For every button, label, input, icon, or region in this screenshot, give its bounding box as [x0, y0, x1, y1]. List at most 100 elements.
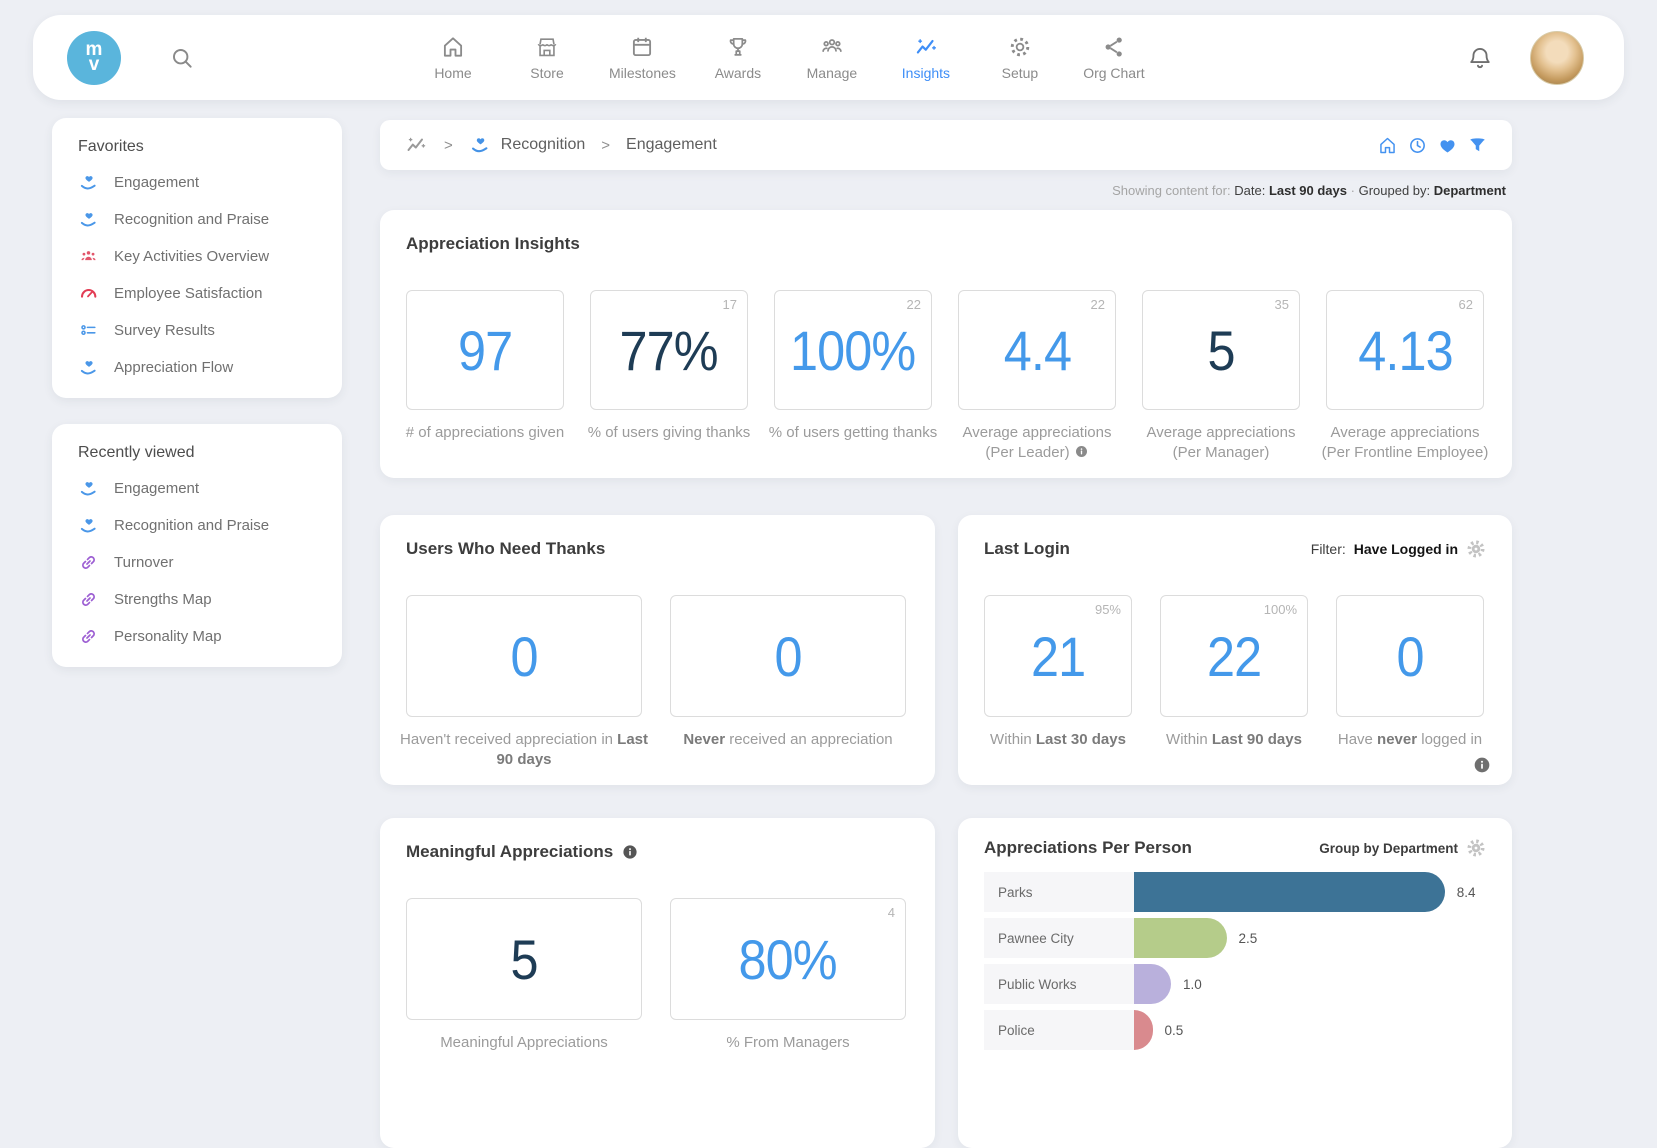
main-nav: Home Store Milestones Awards Manage Insi… — [421, 34, 1146, 81]
sidebar-item-label: Survey Results — [114, 322, 215, 339]
context-group-value[interactable]: Department — [1434, 183, 1506, 198]
hand-heart-icon — [78, 209, 99, 230]
sidebar-item-engagement[interactable]: Engagement — [52, 470, 342, 507]
stat-tile: 35 5 — [1142, 290, 1300, 410]
sidebar-item-recognition-and-praise[interactable]: Recognition and Praise — [52, 201, 342, 238]
stat-corner-value: 100% — [1264, 602, 1297, 617]
stat-tile: 95% 21 — [984, 595, 1132, 717]
stat-corner-value: 35 — [1275, 297, 1289, 312]
nav-item-org-chart[interactable]: Org Chart — [1082, 34, 1146, 81]
chart-row-public-works: Public Works 1.0 — [984, 964, 1486, 1004]
sidebar-item-label: Recognition and Praise — [114, 517, 269, 534]
breadcrumb-recognition[interactable]: Recognition — [469, 134, 586, 156]
stat-never-received-an-appreciation: 0 Never received an appreciation — [670, 595, 906, 771]
nav-item-milestones[interactable]: Milestones — [609, 34, 676, 81]
stat-value: 77% — [620, 318, 718, 383]
hand-heart-icon — [469, 134, 491, 156]
sidebar-item-label: Engagement — [114, 480, 199, 497]
stat-tile: 100% 22 — [1160, 595, 1308, 717]
stat-have-never-logged-in: 0 Have never logged in — [1336, 595, 1484, 750]
logo-letter-v: v — [89, 58, 100, 72]
stat-value: 97 — [458, 318, 512, 383]
last-login-stats: 95% 21 Within Last 30 days 100% 22 Withi… — [984, 595, 1486, 750]
nav-item-store[interactable]: Store — [515, 34, 579, 81]
sidebar-item-employee-satisfaction[interactable]: Employee Satisfaction — [52, 275, 342, 312]
chart-category-label: Pawnee City — [984, 918, 1134, 958]
stat-within-last-90-days: 100% 22 Within Last 90 days — [1160, 595, 1308, 750]
sidebar-item-strengths-map[interactable]: Strengths Map — [52, 581, 342, 618]
user-avatar[interactable] — [1530, 31, 1584, 85]
stat-tile: 97 — [406, 290, 564, 410]
stat-value: 5 — [510, 927, 537, 992]
funnel-icon[interactable] — [1467, 135, 1488, 156]
context-prefix: Showing content for: — [1112, 183, 1231, 198]
insights-sparkline-icon[interactable] — [404, 133, 428, 157]
info-icon[interactable] — [621, 843, 639, 861]
breadcrumb-label: Engagement — [626, 136, 717, 154]
link-icon — [78, 552, 99, 573]
group-by-label: Group by Department — [1319, 841, 1458, 856]
nav-item-insights[interactable]: Insights — [894, 34, 958, 81]
context-group-label: Grouped by: — [1359, 183, 1431, 198]
clock-icon[interactable] — [1407, 135, 1428, 156]
breadcrumb: > Recognition > Engagement — [380, 120, 1512, 170]
stat-tile: 22 100% — [774, 290, 932, 410]
stat-caption: Meaningful Appreciations — [391, 1033, 657, 1053]
stat-of-users-giving-thanks: 17 77% % of users giving thanks — [590, 290, 748, 464]
stat-tile: 17 77% — [590, 290, 748, 410]
users-who-need-thanks-stats: 0 Haven't received appreciation in Last … — [406, 595, 909, 771]
appreciation-insights-stats: 97 # of appreciations given 17 77% % of … — [406, 290, 1486, 464]
sidebar-item-turnover[interactable]: Turnover — [52, 544, 342, 581]
gear-icon[interactable] — [1466, 838, 1486, 858]
nav-item-setup[interactable]: Setup — [988, 34, 1052, 81]
nav-item-label: Store — [530, 65, 563, 81]
app-logo[interactable]: m v — [67, 31, 121, 85]
chart-value-label: 0.5 — [1165, 1023, 1184, 1038]
gear-icon — [1007, 34, 1033, 60]
stat-corner-value: 62 — [1459, 297, 1473, 312]
gear-icon[interactable] — [1466, 539, 1486, 559]
appreciation-insights-title: Appreciation Insights — [406, 234, 1486, 254]
sidebar-item-recognition-and-praise[interactable]: Recognition and Praise — [52, 507, 342, 544]
stat-caption: Never received an appreciation — [655, 730, 921, 750]
chart-value-label: 1.0 — [1183, 977, 1202, 992]
chart-row-parks: Parks 8.4 — [984, 872, 1486, 912]
sidebar-item-key-activities-overview[interactable]: Key Activities Overview — [52, 238, 342, 275]
trophy-icon — [725, 34, 751, 60]
gauge-icon — [78, 283, 99, 304]
stat-caption: # of appreciations given — [396, 423, 574, 443]
stat-tile: 0 — [670, 595, 906, 717]
breadcrumb-separator: > — [444, 137, 453, 154]
stat-corner-value: 22 — [1091, 297, 1105, 312]
store-icon — [534, 34, 560, 60]
info-icon[interactable] — [1472, 755, 1492, 775]
nav-item-home[interactable]: Home — [421, 34, 485, 81]
nav-item-label: Awards — [715, 65, 761, 81]
home-icon[interactable] — [1377, 135, 1398, 156]
sidebar-item-engagement[interactable]: Engagement — [52, 164, 342, 201]
insights-icon — [913, 34, 939, 60]
org-chart-icon — [1101, 34, 1127, 60]
context-date-label: Date: — [1234, 183, 1265, 198]
context-date-value[interactable]: Last 90 days — [1269, 183, 1347, 198]
nav-item-manage[interactable]: Manage — [800, 34, 864, 81]
context-separator: · — [1351, 183, 1355, 198]
sidebar-item-survey-results[interactable]: Survey Results — [52, 312, 342, 349]
sidebar-item-personality-map[interactable]: Personality Map — [52, 618, 342, 655]
favorites-card: Favorites Engagement Recognition and Pra… — [52, 118, 342, 398]
notifications-bell-icon[interactable] — [1466, 44, 1494, 72]
heart-icon[interactable] — [1437, 135, 1458, 156]
recently-viewed-list: Engagement Recognition and Praise Turnov… — [52, 470, 342, 655]
meaningful-appreciations-card: Meaningful Appreciations 5 Meaningful Ap… — [380, 818, 935, 1148]
stat-of-users-getting-thanks: 22 100% % of users getting thanks — [774, 290, 932, 464]
nav-item-awards[interactable]: Awards — [706, 34, 770, 81]
link-icon — [78, 626, 99, 647]
meaningful-appreciations-title: Meaningful Appreciations — [406, 842, 613, 862]
sidebar-item-appreciation-flow[interactable]: Appreciation Flow — [52, 349, 342, 386]
stat-average-appreciations-per-frontline-employee: 62 4.13 Average appreciations (Per Front… — [1326, 290, 1484, 464]
breadcrumb-engagement[interactable]: Engagement — [626, 136, 717, 154]
stat-value: 0 — [1396, 624, 1423, 689]
search-icon[interactable] — [169, 45, 195, 71]
filter-value: Have Logged in — [1354, 541, 1458, 557]
filter-label: Filter: — [1311, 541, 1346, 557]
